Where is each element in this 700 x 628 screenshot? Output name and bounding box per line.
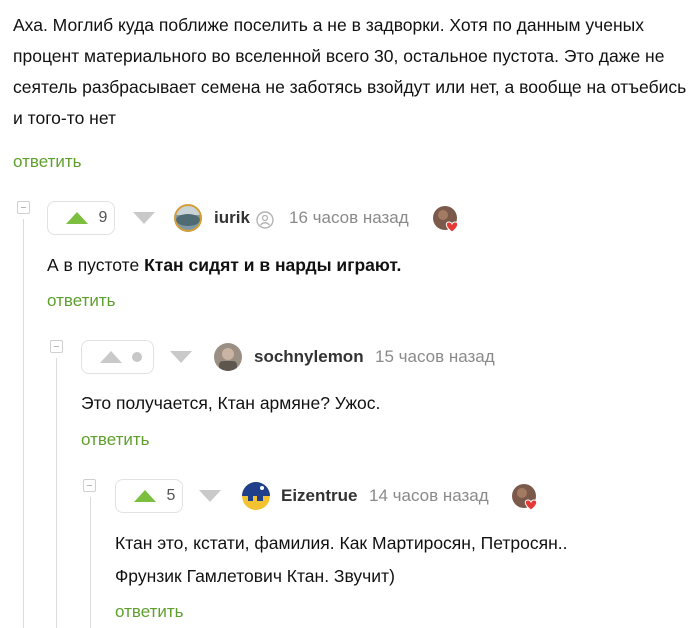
avatar[interactable]: [214, 343, 242, 371]
comment-text-line: Ктан это, кстати, фамилия. Как Мартирося…: [115, 533, 568, 553]
upvote-arrow-icon: [100, 351, 122, 363]
collapse-icon[interactable]: [50, 340, 63, 353]
downvote-button[interactable]: [129, 201, 159, 235]
reply-link[interactable]: ответить: [115, 602, 184, 622]
vote-box: [81, 340, 154, 374]
heart-icon[interactable]: [511, 483, 539, 511]
username[interactable]: sochnylemon: [254, 347, 364, 367]
heart-icon[interactable]: [432, 205, 460, 233]
comment-text: А в пустоте Ктан сидят и в нарды играют.: [47, 250, 401, 281]
reply-link[interactable]: ответить: [13, 152, 82, 172]
comment-text-plain: А в пустоте: [47, 255, 145, 275]
timestamp: 14 часов назад: [369, 486, 489, 505]
downvote-arrow-icon: [170, 351, 192, 363]
thread-line[interactable]: [23, 219, 24, 628]
avatar-image: [214, 343, 242, 371]
avatar-image: [174, 204, 202, 232]
username[interactable]: Eizentrue: [281, 486, 358, 506]
upvote-arrow-icon: [66, 212, 88, 224]
avatar-image: [242, 482, 270, 510]
reply-link[interactable]: ответить: [81, 430, 150, 450]
vote-box: 9: [47, 201, 115, 235]
avatar[interactable]: [242, 482, 270, 510]
avatar[interactable]: [174, 204, 202, 232]
reply-link[interactable]: ответить: [47, 291, 116, 311]
rating: 9: [98, 209, 108, 226]
thread-line[interactable]: [56, 358, 57, 628]
collapse-icon[interactable]: [17, 201, 30, 214]
vote-box: 5: [115, 479, 183, 513]
upvote-arrow-icon: [134, 490, 156, 502]
comment-text-bold: Ктан сидят и в нарды играют.: [144, 255, 402, 275]
rating-hidden-dot: [132, 352, 142, 362]
upvote-button[interactable]: [116, 480, 160, 512]
user-badge-icon: [256, 211, 274, 229]
username[interactable]: iurik: [214, 208, 250, 228]
comment-text: Аха. Моглиб куда поближе поселить а не в…: [13, 15, 687, 128]
comment-text-line: Фрунзик Гамлетович Ктан. Звучит): [115, 566, 395, 586]
upvote-button[interactable]: [48, 202, 92, 234]
comment-text: Это получается, Ктан армяне? Ужос.: [81, 393, 381, 413]
timestamp: 15 часов назад: [375, 347, 495, 366]
downvote-button[interactable]: [195, 479, 225, 513]
rating: 5: [166, 487, 176, 504]
downvote-button[interactable]: [166, 340, 196, 374]
timestamp: 16 часов назад: [289, 208, 409, 227]
collapse-icon[interactable]: [83, 479, 96, 492]
downvote-arrow-icon: [133, 212, 155, 224]
thread-line[interactable]: [90, 497, 91, 628]
upvote-button[interactable]: [82, 341, 126, 373]
downvote-arrow-icon: [199, 490, 221, 502]
